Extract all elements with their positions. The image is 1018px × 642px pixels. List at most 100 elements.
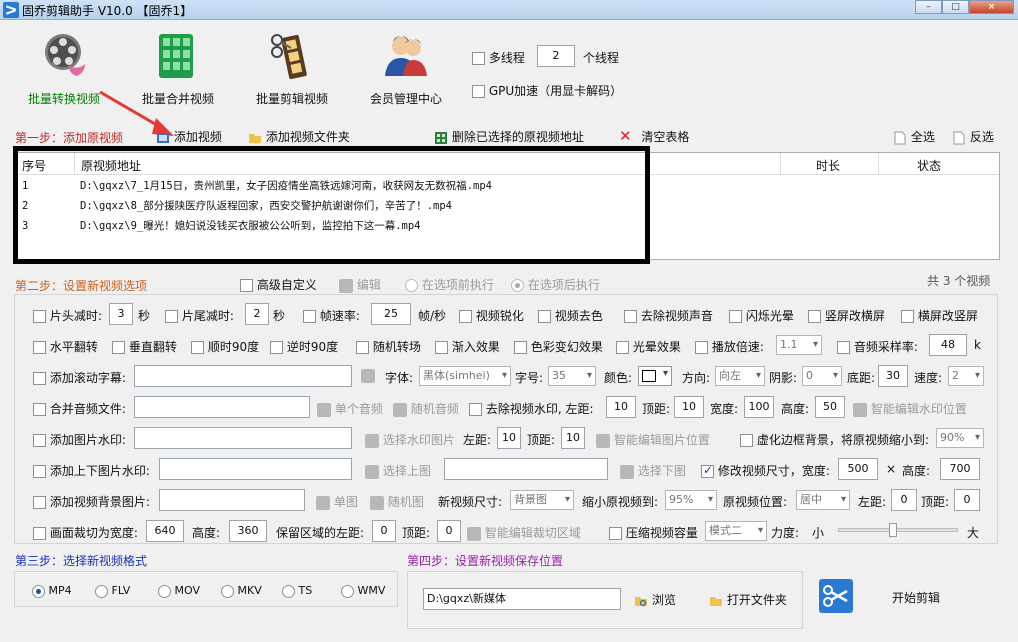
start-edit-icon[interactable] [819, 579, 853, 613]
column-index[interactable]: 序号 [22, 157, 46, 174]
single-image-button[interactable]: 单图 [316, 493, 358, 510]
random-image-button[interactable]: 随机图 [370, 493, 424, 510]
fade-in-checkbox[interactable] [435, 341, 448, 354]
before-option[interactable]: 在选项前执行 [405, 276, 494, 293]
speed-option[interactable]: 播放倍速: [695, 338, 764, 355]
samplerate-input[interactable]: 48 [929, 334, 967, 356]
img-wm-input[interactable] [134, 427, 352, 449]
table-row[interactable]: 1 D:\gqxz\7_1月15日，贵州凯里，女子因疫情坐高铁远嫁河南，收获网友… [14, 176, 999, 196]
gpu-option[interactable]: GPU加速（用显卡解码） [472, 82, 622, 99]
wm-top-input[interactable]: 10 [674, 396, 704, 418]
fps-checkbox[interactable] [303, 310, 316, 323]
wm-height-input[interactable]: 50 [815, 396, 845, 418]
subtitle-input[interactable] [134, 365, 352, 387]
format-flv-radio[interactable] [95, 584, 108, 598]
tool-member-center[interactable]: 会员管理中心 [351, 30, 461, 107]
color-fx-option[interactable]: 色彩变幻效果 [514, 338, 603, 355]
format-mkv-option[interactable]: MKV [221, 584, 262, 598]
subtitle-checkbox[interactable] [33, 372, 46, 385]
resize-width-input[interactable]: 500 [838, 458, 878, 480]
top-image-input[interactable] [159, 458, 352, 480]
crop-height-input[interactable]: 360 [229, 520, 267, 542]
bottom-input[interactable]: 30 [878, 365, 908, 387]
format-mov-radio[interactable] [158, 584, 171, 598]
choose-top-button[interactable]: 选择上图 [365, 462, 431, 479]
direction-select[interactable]: 向左 [715, 366, 765, 386]
samplerate-option[interactable]: 音频采样率: [837, 338, 918, 355]
format-mp4-radio[interactable] [32, 584, 45, 598]
merge-audio-checkbox[interactable] [33, 403, 46, 416]
cw90-checkbox[interactable] [191, 341, 204, 354]
add-video-button[interactable]: 添加视频 [156, 128, 222, 145]
crop-top-input[interactable]: 0 [437, 520, 461, 542]
crop-checkbox[interactable] [33, 527, 46, 540]
save-path-input[interactable]: D:\gqxz\新媒体 [423, 588, 621, 610]
color-picker[interactable]: ▾ [638, 366, 672, 386]
choose-wm-button[interactable]: 选择水印图片 [365, 431, 455, 448]
bg-img-input[interactable] [159, 489, 305, 511]
format-wmv-option[interactable]: WMV [341, 584, 385, 598]
compress-checkbox[interactable] [609, 527, 622, 540]
resize-height-input[interactable]: 700 [940, 458, 980, 480]
merge-audio-input[interactable] [134, 396, 310, 418]
format-mov-option[interactable]: MOV [158, 584, 200, 598]
subtitle-option[interactable]: 添加滚动字幕: [33, 369, 126, 386]
wm-left-input[interactable]: 10 [606, 396, 636, 418]
delete-selected-button[interactable]: 删除已选择的原视频地址 [434, 128, 584, 145]
column-duration[interactable]: 时长 [816, 157, 840, 174]
before-radio[interactable] [405, 279, 418, 292]
v2h-checkbox[interactable] [808, 310, 821, 323]
tool-batch-edit[interactable]: 批量剪辑视频 [237, 30, 347, 107]
sharpen-option[interactable]: 视频锐化 [459, 307, 524, 324]
vflip-option[interactable]: 垂直翻转 [112, 338, 177, 355]
format-mp4-option[interactable]: MP4 [32, 584, 72, 598]
v2h-option[interactable]: 竖屏改横屏 [808, 307, 885, 324]
speed-select[interactable]: 1.1 [776, 335, 822, 355]
fps-input[interactable]: 25 [371, 303, 411, 325]
add-folder-button[interactable]: 添加视频文件夹 [248, 128, 350, 145]
remove-wm-checkbox[interactable] [469, 403, 482, 416]
choose-bottom-button[interactable]: 选择下图 [620, 462, 686, 479]
mute-option[interactable]: 去除视频声音 [624, 307, 713, 324]
strength-slider[interactable] [838, 523, 958, 537]
img-left-input[interactable]: 10 [497, 427, 521, 449]
ccw90-checkbox[interactable] [270, 341, 283, 354]
h2v-option[interactable]: 横屏改竖屏 [901, 307, 978, 324]
merge-audio-option[interactable]: 合并音频文件: [33, 400, 126, 417]
head-cut-option[interactable]: 片头减时: [33, 307, 102, 324]
h2v-checkbox[interactable] [901, 310, 914, 323]
vflip-checkbox[interactable] [112, 341, 125, 354]
flash-option[interactable]: 闪烁光晕 [729, 307, 794, 324]
text-edit-icon[interactable] [361, 369, 375, 383]
start-edit-button[interactable]: 开始剪辑 [892, 589, 940, 606]
remove-wm-option[interactable]: 去除视频水印, 左距: [469, 400, 594, 417]
crop-option[interactable]: 画面裁切为宽度: [33, 524, 138, 541]
resize-checkbox[interactable] [701, 463, 714, 478]
format-mkv-radio[interactable] [221, 584, 234, 598]
ccw90-option[interactable]: 逆时90度 [270, 338, 338, 355]
bg-img-option[interactable]: 添加视频背景图片: [33, 493, 150, 510]
random-trans-option[interactable]: 随机转场 [356, 338, 421, 355]
hflip-checkbox[interactable] [33, 341, 46, 354]
color-fx-checkbox[interactable] [514, 341, 527, 354]
smart-crop-button[interactable]: 智能编辑裁切区域 [467, 524, 581, 541]
size-select[interactable]: 35 [548, 366, 596, 386]
close-button[interactable]: × [969, 0, 1014, 14]
strength-slider-thumb[interactable] [889, 523, 897, 537]
fps-option[interactable]: 帧速率: [303, 307, 360, 324]
minimize-button[interactable]: – [915, 0, 942, 14]
format-ts-radio[interactable] [282, 584, 295, 598]
blur-size-select[interactable]: 90% [936, 428, 984, 448]
topbottom-option[interactable]: 添加上下图片水印: [33, 462, 150, 479]
decolor-option[interactable]: 视频去色 [538, 307, 603, 324]
single-audio-button[interactable]: 单个音频 [317, 400, 383, 417]
edit-button[interactable]: 编辑 [339, 276, 381, 293]
mute-checkbox[interactable] [624, 310, 637, 323]
blur-border-checkbox[interactable] [740, 434, 753, 447]
cw90-option[interactable]: 顺时90度 [191, 338, 259, 355]
tail-cut-option[interactable]: 片尾减时: [165, 307, 234, 324]
decolor-checkbox[interactable] [538, 310, 551, 323]
wm-width-input[interactable]: 100 [744, 396, 774, 418]
format-wmv-radio[interactable] [341, 584, 354, 598]
invert-selection-button[interactable]: 反选 [952, 128, 994, 145]
